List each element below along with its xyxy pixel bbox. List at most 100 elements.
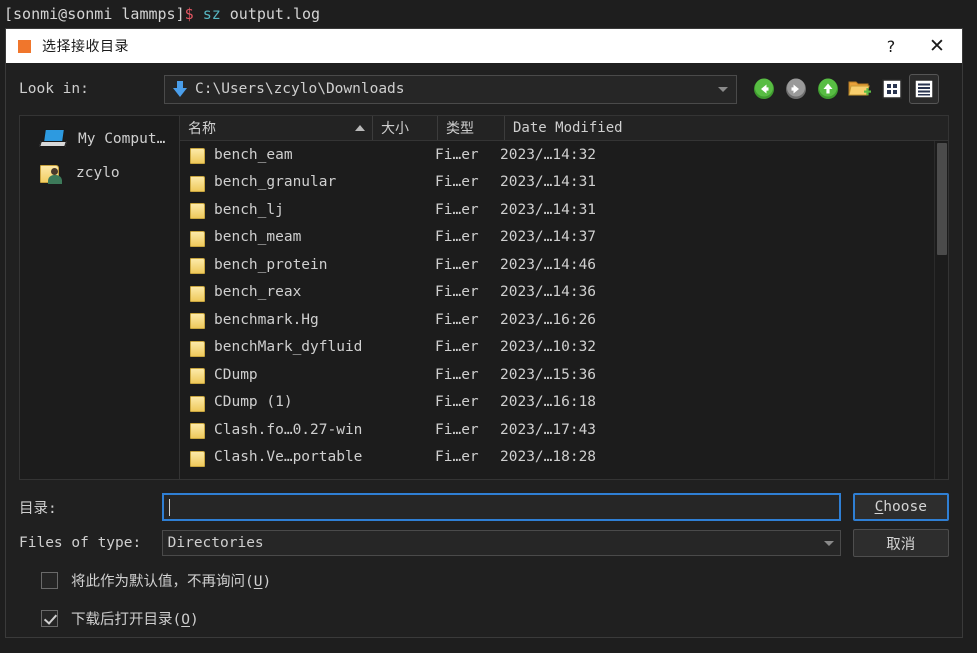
file-row-name: bench_granular	[214, 174, 337, 191]
dialog-title-bar[interactable]: 选择接收目录 ? ✕	[6, 29, 962, 63]
close-icon[interactable]: ✕	[914, 29, 960, 63]
open-dir-mnemonic: O	[181, 611, 190, 628]
title-bar-buttons: ? ✕	[868, 29, 960, 63]
file-list-row[interactable]: bench_reax Fi…er 2023/…14:36	[180, 279, 934, 307]
file-row-date: 2023/…16:26	[500, 311, 597, 328]
list-view-button[interactable]	[877, 74, 907, 104]
choose-button-label: Choose	[875, 499, 927, 515]
file-row-date: 2023/…14:37	[500, 229, 597, 246]
terminal-command-line: [sonmi@sonmi lammps]$ sz output.log	[4, 4, 320, 24]
default-choice-label: 将此作为默认值，不再询问(U)	[71, 570, 271, 591]
folder-icon	[190, 257, 205, 275]
file-row-name-cell: Clash.fo…0.27-win	[180, 421, 435, 440]
file-row-name-cell: bench_eam	[180, 146, 435, 165]
files-of-type-label: Files of type:	[19, 535, 142, 551]
sidebar-item-my-computer[interactable]: My Comput…	[20, 122, 179, 156]
file-list-row[interactable]: bench_eam Fi…er 2023/…14:32	[180, 141, 934, 169]
file-row-name: CDump	[214, 366, 258, 383]
file-row-date: 2023/…14:46	[500, 256, 597, 273]
file-row-name-cell: CDump (1)	[180, 394, 435, 412]
dialog-footer: 目录: Choose Files of type: Directories 取消	[19, 480, 949, 637]
look-in-combobox[interactable]: C:\Users\zcylo\Downloads	[164, 74, 737, 104]
file-row-date: 2023/…10:32	[500, 339, 597, 356]
chevron-down-icon[interactable]	[823, 540, 834, 546]
help-button[interactable]: ?	[868, 29, 914, 63]
sidebar-item-label: zcylo	[76, 165, 120, 181]
folder-icon	[190, 230, 205, 247]
file-list-row[interactable]: bench_meam Fi…er 2023/…14:37	[180, 224, 934, 252]
file-row-name: bench_meam	[214, 229, 302, 246]
file-list-rows: bench_eam Fi…er 2023/…14:32 bench_granular F…	[180, 141, 934, 479]
open-dir-after-download-checkbox-row[interactable]: 下载后打开目录(O)	[19, 599, 949, 637]
file-list-row[interactable]: bench_granular Fi…er 2023/…14:31	[180, 169, 934, 197]
file-list-row[interactable]: CDump Fi…er 2023/…15:36	[180, 361, 934, 389]
file-row-name-cell: bench_lj	[180, 201, 435, 220]
file-row-name: bench_lj	[214, 201, 284, 218]
open-dir-after-download-label: 下载后打开目录(O)	[71, 608, 199, 629]
computer-icon	[39, 129, 67, 149]
look-in-path-value: C:\Users\zcylo\Downloads	[195, 81, 405, 97]
file-list-scrollbar[interactable]	[934, 141, 948, 479]
file-row-name-cell: benchmark.Hg	[180, 312, 435, 330]
text-caret	[168, 498, 170, 516]
column-header-size-label: 大小	[381, 121, 409, 137]
file-row-name-cell: CDump	[180, 366, 435, 385]
file-row-date: 2023/…14:31	[500, 174, 597, 191]
open-dir-after-download-checkbox[interactable]	[41, 609, 58, 627]
default-choice-checkbox[interactable]	[41, 571, 58, 589]
folder-icon	[190, 395, 205, 412]
file-row-name: bench_reax	[214, 284, 302, 301]
look-in-label: Look in:	[19, 81, 89, 97]
file-row-type: Fi…er	[435, 229, 479, 246]
folder-icon	[190, 202, 205, 220]
file-list-header: 名称 大小 类型 Date Modified	[180, 116, 948, 141]
file-list-row[interactable]: benchmark.Hg Fi…er 2023/…16:26	[180, 306, 934, 334]
detail-view-icon	[914, 79, 934, 99]
file-list-row[interactable]: bench_protein Fi…er 2023/…14:46	[180, 251, 934, 279]
file-row-type: Fi…er	[435, 449, 479, 466]
file-list-row[interactable]: Clash.fo…0.27-win Fi…er 2023/…17:43	[180, 416, 934, 444]
folder-icon	[190, 367, 205, 385]
places-sidebar: My Comput… zcylo	[19, 115, 179, 480]
file-row-type: Fi…er	[435, 174, 479, 191]
column-header-size[interactable]: 大小	[373, 116, 438, 140]
file-list-row[interactable]: bench_lj Fi…er 2023/…14:31	[180, 196, 934, 224]
grid-view-icon	[882, 79, 902, 99]
directory-input[interactable]	[161, 493, 841, 521]
column-header-type[interactable]: 类型	[438, 116, 505, 140]
file-row-name-cell: bench_reax	[180, 284, 435, 302]
file-list-row[interactable]: CDump (1) Fi…er 2023/…16:18	[180, 389, 934, 417]
files-of-type-row: Files of type: Directories 取消	[19, 525, 949, 561]
directory-row: 目录: Choose	[19, 489, 949, 525]
file-row-type: Fi…er	[435, 146, 479, 163]
file-row-date: 2023/…14:31	[500, 201, 597, 218]
file-list-row[interactable]: benchMark_dyfluid Fi…er 2023/…10:32	[180, 334, 934, 362]
parent-dir-button[interactable]	[813, 74, 843, 104]
new-folder-button[interactable]	[845, 74, 875, 104]
file-row-name-cell: bench_granular	[180, 174, 435, 192]
sidebar-item-zcylo[interactable]: zcylo	[20, 156, 179, 190]
files-of-type-value: Directories	[167, 535, 264, 551]
file-row-name: Clash.fo…0.27-win	[214, 421, 363, 438]
open-dir-label-pre: 下载后打开目录(	[71, 611, 182, 628]
sort-ascending-icon	[355, 125, 365, 131]
app-square-icon	[18, 39, 31, 53]
column-header-name[interactable]: 名称	[180, 116, 373, 140]
cancel-button[interactable]: 取消	[852, 529, 949, 557]
choose-button[interactable]: Choose	[852, 493, 949, 521]
file-row-type: Fi…er	[435, 339, 479, 356]
file-row-name: bench_eam	[214, 146, 293, 163]
back-button[interactable]	[749, 74, 779, 104]
file-row-name-cell: Clash.Ve…portable	[180, 449, 435, 467]
up-arrow-icon	[818, 78, 838, 99]
file-list-row[interactable]: Clash.Ve…portable Fi…er 2023/…18:28	[180, 444, 934, 472]
detail-view-button[interactable]	[909, 74, 939, 104]
scrollbar-thumb[interactable]	[937, 143, 947, 255]
default-choice-checkbox-row[interactable]: 将此作为默认值，不再询问(U)	[19, 561, 949, 599]
column-header-date-label: Date Modified	[513, 120, 623, 136]
files-of-type-combobox[interactable]: Directories	[161, 530, 841, 556]
chevron-down-icon[interactable]	[718, 86, 728, 92]
terminal-command: sz	[202, 5, 221, 23]
dialog-body: Look in: C:\Users\zcylo\Downloads My Com…	[6, 63, 962, 637]
column-header-date[interactable]: Date Modified	[505, 116, 948, 140]
